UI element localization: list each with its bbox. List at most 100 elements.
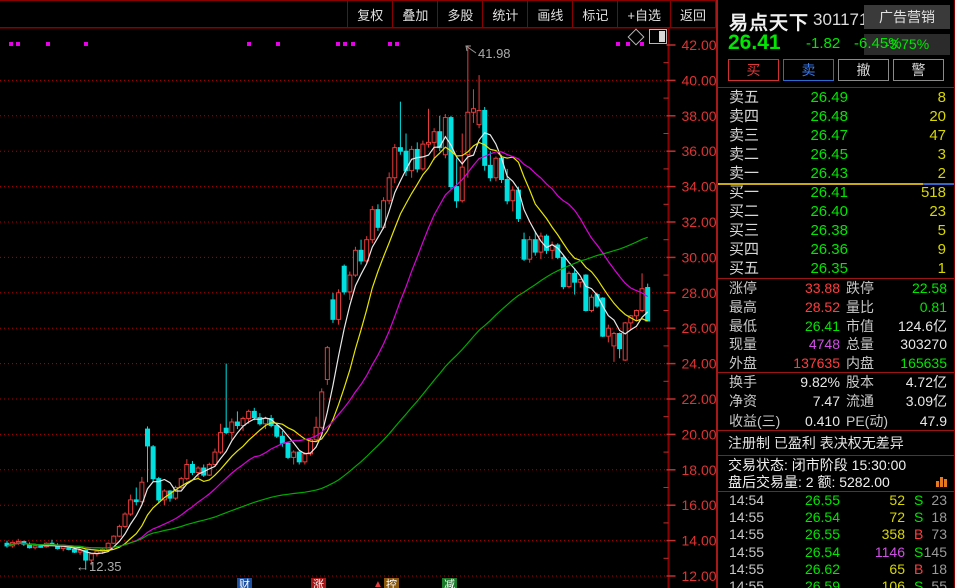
book-volume: 518 [921,183,946,202]
tick-side: S [914,544,923,561]
axis-or-annotation-label: 14.00 [682,533,717,549]
axis-or-annotation-label: 12.00 [682,568,717,584]
order-book-row[interactable]: 买三 26.38 5 [718,221,954,240]
order-book-row[interactable]: 卖三 26.47 47 [718,126,954,145]
book-price[interactable]: 26.49 [718,88,848,107]
sector-label[interactable]: 广告营销 [864,5,950,29]
axis-or-annotation-label: 22.00 [682,391,717,407]
axis-or-annotation-label: 42.00 [682,37,717,53]
stat-value: 124.6亿 [898,317,947,336]
tick-row[interactable]: 14:55 26.59 106 S 55 [718,578,954,588]
book-volume: 2 [938,164,946,183]
time-and-sales[interactable]: 14:54 26.55 52 S 2314:55 26.54 72 S 1814… [718,492,954,588]
tick-price: 26.55 [718,526,840,543]
book-volume: 47 [929,126,946,145]
book-price[interactable]: 26.41 [718,183,848,202]
price-change: -1.82 [806,35,840,52]
stat-label: 市值 [846,317,874,336]
tick-row[interactable]: 14:55 26.54 72 S 18 [718,509,954,526]
order-book-row[interactable]: 买五 26.35 1 [718,259,954,278]
axis-or-annotation-label: 24.00 [682,356,717,372]
book-price[interactable]: 26.36 [718,240,848,259]
tick-price: 26.55 [718,492,840,509]
buy-button[interactable]: 买 [728,59,779,81]
tick-row[interactable]: 14:55 26.62 65 B 18 [718,561,954,578]
tick-side: B [914,561,923,578]
tick-side: B [914,526,923,543]
book-price[interactable]: 26.48 [718,107,848,126]
toolbar-button-add-watchlist[interactable]: +自选 [617,1,670,27]
toolbar-button-fuquan[interactable]: 复权 [347,1,392,27]
tick-row[interactable]: 14:55 26.54 1146 S 145 [718,544,954,561]
tick-volume: 358 [843,526,905,543]
event-badge[interactable]: 控 [384,578,399,588]
tick-price: 26.54 [718,509,840,526]
event-badge[interactable]: 涨 [311,578,326,588]
stock-code: 301171 [813,10,868,30]
book-price[interactable]: 26.47 [718,126,848,145]
toolbar-button-huaxian[interactable]: 画线 [527,1,572,27]
book-volume: 3 [938,145,946,164]
pane-layout-icon[interactable] [649,29,667,44]
axis-or-annotation-label: 28.00 [682,285,717,301]
stat-row: 涨停 33.88 跌停 22.58 [718,279,954,298]
order-book-row[interactable]: 买二 26.40 23 [718,202,954,221]
order-book-row[interactable]: 买四 26.36 9 [718,240,954,259]
axis-or-annotation-label: 18.00 [682,462,717,478]
diamond-tool-icon[interactable] [628,28,645,45]
book-price[interactable]: 26.38 [718,221,848,240]
price-change-pct: -6.45% [854,35,902,52]
book-price[interactable]: 26.35 [718,259,848,278]
stat-value: 4748 [718,335,840,354]
tick-row[interactable]: 14:55 26.55 358 B 73 [718,526,954,543]
tick-volume: 65 [843,561,905,578]
toolbar-button-tongji[interactable]: 统计 [482,1,527,27]
stat-value: 22.58 [912,279,947,298]
tick-count: 73 [931,526,947,543]
book-price[interactable]: 26.45 [718,145,848,164]
sell-button[interactable]: 卖 [783,59,834,81]
axis-or-annotation-label: 20.00 [682,426,717,442]
axis-or-annotation-label: 40.00 [682,72,717,88]
order-book-row[interactable]: 卖二 26.45 3 [718,145,954,164]
tick-count: 18 [931,561,947,578]
tick-side: S [914,492,923,509]
event-badge[interactable]: 财 [237,578,252,588]
order-book-row[interactable]: 卖五 26.49 8 [718,88,954,107]
axis-or-annotation-label: 38.00 [682,108,717,124]
book-volume: 1 [938,259,946,278]
order-book-row[interactable]: 卖四 26.48 20 [718,107,954,126]
tick-row[interactable]: 14:54 26.55 52 S 23 [718,492,954,509]
candlestick-chart[interactable]: 42.0040.0038.0036.0034.0032.0030.0028.00… [0,0,716,588]
tick-count: 18 [931,509,947,526]
tick-volume: 52 [843,492,905,509]
order-book-row[interactable]: 买一 26.41 518 [718,183,954,202]
stat-value: 9.82% [718,373,840,392]
stat-label: 流通 [846,392,874,411]
event-badge[interactable]: 减 [442,578,457,588]
cancel-button[interactable]: 撤 [838,59,889,81]
registration-info: 注册制 已盈利 表决权无差异 [718,431,954,455]
trade-buttons: 买 卖 撤 警 [718,59,954,81]
axis-or-annotation-label: 34.00 [682,179,717,195]
book-price[interactable]: 26.40 [718,202,848,221]
toolbar-button-biaoji[interactable]: 标记 [572,1,617,27]
order-book-row[interactable]: 卖一 26.43 2 [718,164,954,183]
book-volume: 20 [929,107,946,126]
stat-value: 28.52 [718,298,840,317]
axis-or-annotation-label: 41.98 [478,46,511,61]
stat-value: 137635 [718,354,840,373]
alert-button[interactable]: 警 [893,59,944,81]
stat-value: 0.81 [920,298,947,317]
tick-side: S [914,509,923,526]
mini-chart-icon[interactable] [936,475,948,487]
toolbar-button-diejia[interactable]: 叠加 [392,1,437,27]
toolbar-button-duogu[interactable]: 多股 [437,1,482,27]
stat-row: 最高 28.52 量比 0.81 [718,298,954,317]
tick-price: 26.62 [718,561,840,578]
book-price[interactable]: 26.43 [718,164,848,183]
stat-value: 0.410 [718,412,840,431]
book-volume: 8 [938,88,946,107]
toolbar-button-back[interactable]: 返回 [670,1,716,27]
kline-svg[interactable]: 42.0040.0038.0036.0034.0032.0030.0028.00… [0,0,716,588]
